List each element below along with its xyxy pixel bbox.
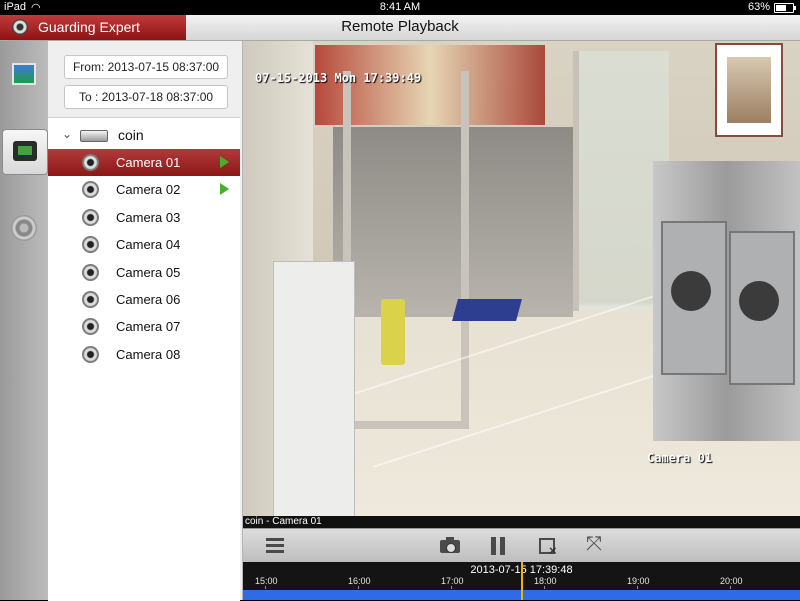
timeline-tick <box>358 586 359 589</box>
camera-item[interactable]: Camera 05 <box>48 259 240 286</box>
page-title: Remote Playback <box>341 18 459 35</box>
camera-item[interactable]: Camera 03 <box>48 204 240 231</box>
camera-label: Camera 08 <box>116 346 181 362</box>
camera-icon <box>82 263 99 281</box>
timeline-tick-label: 20:00 <box>720 576 743 586</box>
camera-icon <box>82 291 99 308</box>
timeline-tick <box>637 586 638 589</box>
timeline-tick-label: 15:00 <box>255 576 278 586</box>
list-icon[interactable] <box>263 533 289 559</box>
device-panel: From: 2013-07-15 08:37:00 To : 2013-07-1… <box>48 41 243 601</box>
status-bar: iPad ◠ 8:41 AM 63% <box>0 0 800 15</box>
live-view-button[interactable] <box>2 53 46 97</box>
video-channel-label: coin - Camera 01 <box>243 516 800 528</box>
camera-icon <box>82 318 99 336</box>
camera-icon <box>82 154 99 171</box>
camera-label: Camera 03 <box>116 209 181 225</box>
live-view-icon <box>12 63 36 85</box>
camera-item[interactable]: Camera 08 <box>48 341 240 368</box>
camera-icon <box>82 345 99 363</box>
camera-item[interactable]: Camera 04 <box>48 231 240 258</box>
camera-icon <box>82 181 99 199</box>
camera-item[interactable]: Camera 01 <box>48 149 240 176</box>
start-time-field[interactable]: From: 2013-07-15 08:37:00 <box>64 55 228 79</box>
camera-label: Camera 02 <box>116 182 181 198</box>
dvr-icon <box>80 130 108 142</box>
timeline[interactable]: 2013-07-15 17:39:48 15:00 16:00 17:00 18:00… <box>243 562 800 600</box>
video-player[interactable]: 07-15-2013 Mon 17:39:49 Camera 01 <box>243 41 800 516</box>
remote-playback-button[interactable] <box>2 129 48 175</box>
timeline-tick-label: 17:00 <box>441 576 464 586</box>
camera-icon <box>82 236 99 254</box>
camera-label: Camera 06 <box>116 292 181 307</box>
device-tree: ⌄ coin Camera 01 Camera 02 Camera 03 Camera… <box>48 117 240 601</box>
gear-icon <box>11 215 37 241</box>
camera-item[interactable]: Camera 06 <box>48 286 240 313</box>
device-name-label: coin <box>118 127 144 143</box>
camera-label: Camera 05 <box>116 264 181 280</box>
pause-icon[interactable] <box>486 533 512 559</box>
settings-button[interactable] <box>2 207 46 251</box>
timeline-tick <box>265 586 266 589</box>
stop-clip-icon[interactable]: × <box>536 533 562 559</box>
play-icon[interactable] <box>220 156 229 168</box>
timeline-tick-label: 18:00 <box>534 576 557 586</box>
app-header: Guarding Expert Remote Playback <box>0 15 800 41</box>
osd-timestamp: 07-15-2013 Mon 17:39:49 <box>255 71 422 85</box>
fullscreen-icon[interactable]: ⤧ <box>583 533 609 559</box>
play-icon[interactable] <box>220 183 229 196</box>
clock: 8:41 AM <box>379 1 421 13</box>
main-nav-rail <box>0 41 48 600</box>
camera-label: Camera 04 <box>116 237 181 253</box>
camera-icon <box>82 208 99 226</box>
battery-icon <box>774 3 796 13</box>
device-node[interactable]: ⌄ coin <box>48 122 240 149</box>
camera-item[interactable]: Camera 07 <box>48 313 240 340</box>
camera-label: Camera 01 <box>116 155 181 170</box>
camera-label: Camera 07 <box>116 319 181 335</box>
end-time-field[interactable]: To : 2013-07-18 08:37:00 <box>64 85 228 109</box>
battery-percent: 63% <box>747 1 770 13</box>
timeline-tick-label: 19:00 <box>627 576 650 586</box>
chevron-down-icon[interactable]: ⌄ <box>62 127 72 141</box>
timeline-tick <box>730 586 731 589</box>
timeline-tick-label: 16:00 <box>348 576 371 586</box>
timeline-tick <box>544 586 545 589</box>
playback-icon <box>13 141 37 161</box>
osd-camera-name: Camera 01 <box>647 451 713 465</box>
camera-capture-icon[interactable] <box>438 533 464 559</box>
camera-item[interactable]: Camera 02 <box>48 176 240 203</box>
playback-toolbar: × ⤧ <box>243 528 800 563</box>
timeline-cursor[interactable] <box>521 562 523 600</box>
timeline-tick <box>451 586 452 589</box>
